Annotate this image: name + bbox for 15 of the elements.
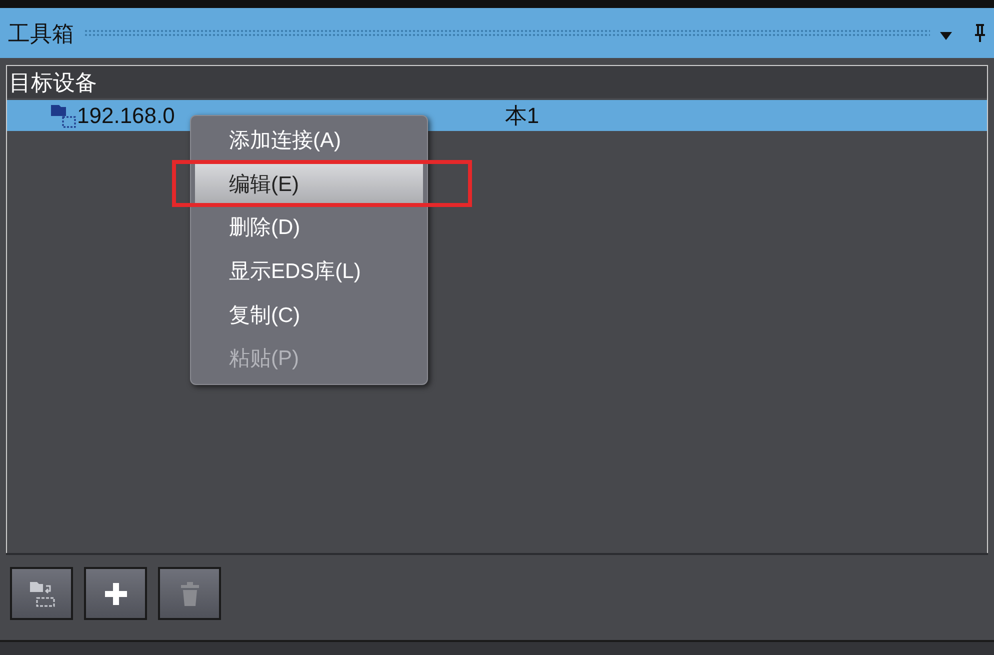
menu-item[interactable]: 复制(C) [195,294,423,338]
menu-item[interactable]: 显示EDS库(L) [195,250,423,294]
dropdown-icon[interactable] [940,32,952,40]
panel-title: 工具箱 [8,20,74,48]
pin-icon[interactable] [974,23,986,43]
network-icon [49,102,77,128]
toolbar-button[interactable] [84,567,147,620]
folder-transfer-icon [28,580,54,608]
plus-icon [102,580,128,606]
menu-item[interactable]: 删除(D) [195,206,423,250]
device-label: 192.168.0 [77,102,175,130]
device-label: 本1 [504,102,540,130]
column-title: 目标设备 [9,68,97,96]
trash-icon [180,580,200,606]
toolbar-button[interactable] [10,567,73,620]
